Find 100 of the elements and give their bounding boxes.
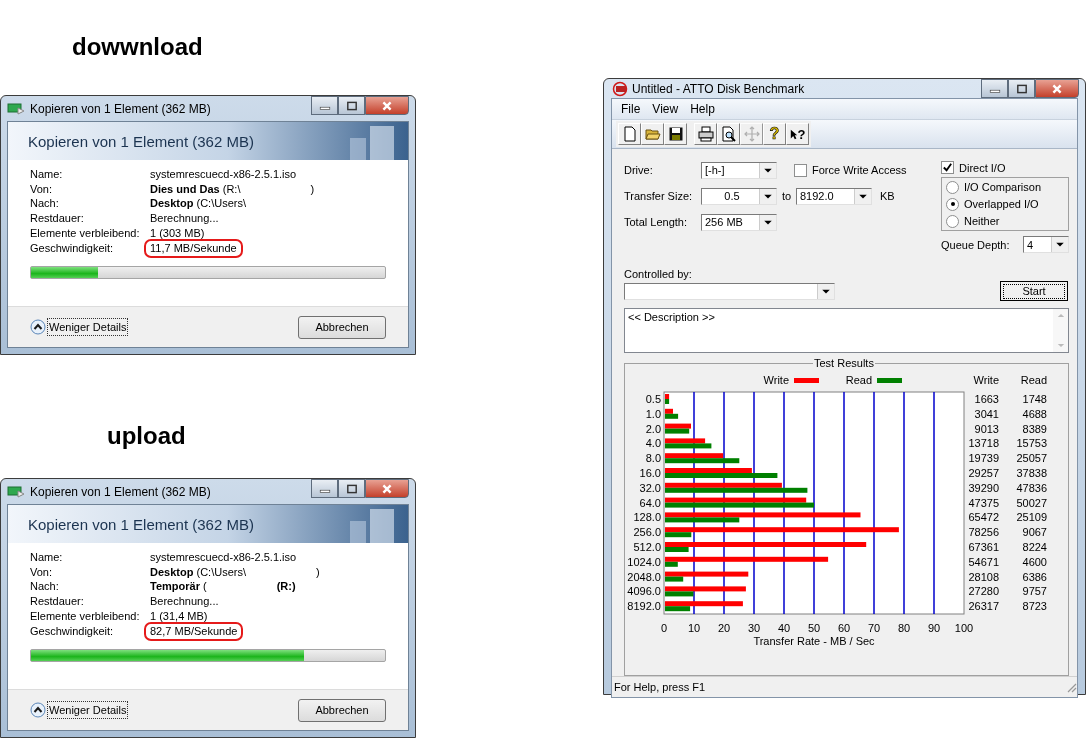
window-title: Kopieren von 1 Element (362 MB) bbox=[30, 101, 212, 116]
field-value: systemrescuecd-x86-2.5.1.iso bbox=[150, 167, 297, 182]
minimize-button[interactable] bbox=[311, 96, 338, 115]
table-value: 4600 bbox=[1022, 555, 1047, 568]
field-value: Berechnung... bbox=[150, 594, 219, 609]
field-value: systemrescuecd-x86-2.5.1.iso bbox=[150, 550, 297, 565]
minimize-button[interactable] bbox=[311, 479, 338, 498]
field-value: ) bbox=[315, 564, 320, 580]
radio-label: Overlapped I/O bbox=[964, 198, 1039, 210]
menu-item[interactable]: File bbox=[615, 102, 647, 116]
section-heading: dowwnload bbox=[72, 33, 203, 61]
checkbox[interactable] bbox=[794, 163, 807, 177]
description-field[interactable]: << Description >> bbox=[624, 308, 1069, 353]
field-label: Nach: bbox=[30, 196, 60, 212]
panel-title: Test Results bbox=[813, 357, 875, 370]
table-value: 9757 bbox=[1022, 585, 1047, 598]
write-bar bbox=[665, 453, 724, 459]
context-help-button[interactable]: ? bbox=[786, 123, 809, 145]
size-label: 4096.0 bbox=[627, 585, 661, 598]
maximize-button[interactable] bbox=[338, 96, 365, 115]
table-value: 9013 bbox=[974, 422, 999, 435]
menu-item[interactable]: Help bbox=[684, 102, 721, 116]
read-bar bbox=[665, 428, 690, 434]
menu-item[interactable]: View bbox=[646, 102, 685, 116]
field-label: Von: bbox=[30, 181, 54, 197]
transfer-size-to-dropdown[interactable]: 8192.0 bbox=[796, 187, 872, 205]
read-bar bbox=[665, 399, 670, 404]
close-button[interactable] bbox=[365, 96, 409, 115]
transfer-size-label: Transfer Size: bbox=[624, 190, 694, 202]
legend-label: Read bbox=[845, 374, 872, 386]
size-label: 128.0 bbox=[633, 511, 661, 524]
field-value: Berechnung... bbox=[150, 211, 219, 226]
size-label: 4.0 bbox=[645, 437, 661, 450]
maximize-button[interactable] bbox=[1008, 79, 1035, 98]
start-button[interactable]: Start bbox=[1000, 281, 1068, 301]
close-icon bbox=[381, 100, 393, 111]
transfer-size-from-dropdown[interactable]: 0.5 bbox=[701, 187, 777, 205]
to-label: to bbox=[781, 190, 793, 202]
field-value: 11,7 MB/Sekunde bbox=[144, 238, 243, 258]
field-label: Elemente verbleibend: bbox=[30, 608, 141, 624]
field-value: 82,7 MB/Sekunde bbox=[144, 621, 244, 641]
table-value: 25109 bbox=[1016, 511, 1047, 524]
minimize-button[interactable] bbox=[981, 79, 1008, 98]
resize-grip-icon bbox=[1065, 681, 1077, 693]
size-label: 0.5 bbox=[645, 393, 661, 405]
radio-button[interactable] bbox=[946, 197, 959, 211]
total-length-dropdown[interactable]: 256 MB bbox=[701, 213, 777, 231]
checkbox-label: Force Write Access bbox=[812, 164, 907, 176]
pointer-icon bbox=[789, 127, 798, 141]
window-title: Untitled - ATTO Disk Benchmark bbox=[632, 81, 806, 96]
copy-icon bbox=[7, 484, 25, 499]
size-label: 1.0 bbox=[645, 407, 661, 420]
table-value: 4688 bbox=[1022, 407, 1047, 420]
cancel-button[interactable]: Abbrechen bbox=[298, 315, 386, 339]
read-bar bbox=[665, 532, 692, 538]
size-label: 8192.0 bbox=[627, 600, 661, 613]
size-label: 64.0 bbox=[639, 496, 661, 509]
dialog-heading: Kopieren von 1 Element (362 MB) bbox=[28, 132, 254, 150]
print-preview-button[interactable] bbox=[717, 123, 740, 145]
cancel-button[interactable]: Abbrechen bbox=[298, 698, 386, 722]
size-label: 512.0 bbox=[633, 541, 661, 553]
table-value: 9067 bbox=[1022, 526, 1047, 539]
tick-label: 50 bbox=[807, 622, 821, 634]
queue-depth-dropdown[interactable]: 4 bbox=[1023, 236, 1069, 253]
size-label: 256.0 bbox=[633, 526, 661, 539]
field-value: Desktop (C:\Users\ bbox=[150, 564, 246, 580]
maximize-button[interactable] bbox=[338, 479, 365, 498]
close-button[interactable] bbox=[1035, 79, 1079, 98]
field-label: Von: bbox=[30, 564, 54, 580]
save-button[interactable] bbox=[664, 123, 687, 145]
open-folder-button[interactable] bbox=[641, 123, 664, 145]
document-icon bbox=[621, 126, 638, 142]
radio-button[interactable] bbox=[946, 180, 959, 194]
drive-dropdown[interactable]: [-h-] bbox=[701, 161, 777, 179]
tick-label: 60 bbox=[837, 622, 851, 634]
maximize-icon bbox=[345, 483, 358, 494]
write-bar bbox=[665, 423, 691, 429]
table-value: 1663 bbox=[974, 393, 999, 405]
controlled-by-dropdown[interactable] bbox=[624, 282, 835, 300]
radio-button[interactable] bbox=[946, 214, 959, 228]
size-label: 32.0 bbox=[639, 481, 661, 494]
table-value: 47836 bbox=[1016, 481, 1047, 494]
field-value: ) bbox=[310, 181, 315, 197]
table-value: 65472 bbox=[968, 511, 999, 524]
tick-label: 100 bbox=[954, 622, 974, 634]
table-value: 50027 bbox=[1016, 496, 1047, 509]
dialog-heading: Kopieren von 1 Element (362 MB) bbox=[28, 515, 254, 533]
copy-icon bbox=[7, 101, 25, 116]
field-value: 1 (303 MB) bbox=[150, 225, 205, 241]
tick-label: 10 bbox=[687, 622, 701, 634]
tick-label: 0 bbox=[660, 622, 668, 634]
close-icon bbox=[381, 483, 393, 494]
new-document-button[interactable] bbox=[618, 123, 641, 145]
table-value: 3041 bbox=[974, 407, 999, 420]
field-label: Geschwindigkeit: bbox=[30, 623, 115, 639]
checkbox-label: Direct I/O bbox=[959, 161, 1006, 174]
print-button[interactable] bbox=[694, 123, 717, 145]
field-value: (R:) bbox=[276, 579, 296, 595]
checkbox[interactable] bbox=[941, 161, 954, 174]
close-button[interactable] bbox=[365, 479, 409, 498]
